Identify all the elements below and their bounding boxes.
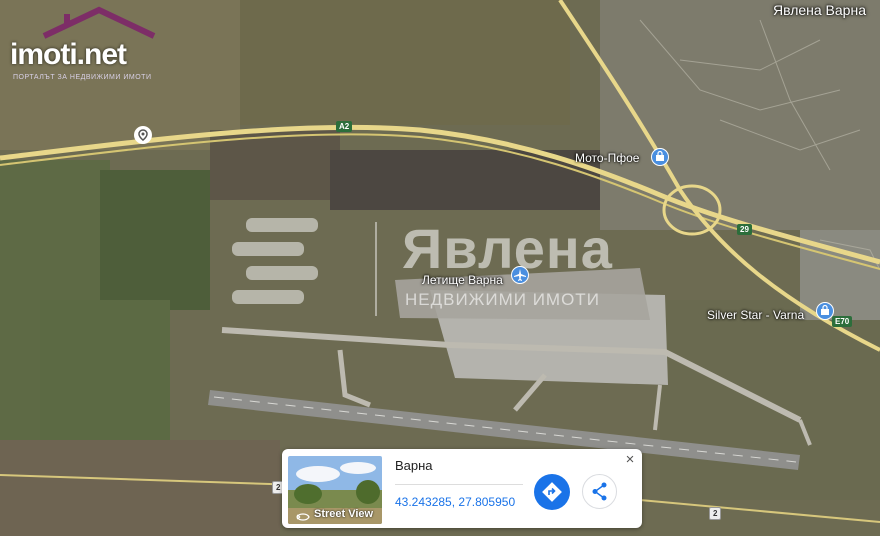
share-icon bbox=[592, 482, 607, 501]
logo-subtitle: ПОРТАЛЪТ ЗА НЕДВИЖИМИ ИМОТИ bbox=[13, 74, 152, 81]
road-shield-29: 29 bbox=[737, 224, 752, 235]
site-logo[interactable]: imoti.net ПОРТАЛЪТ ЗА НЕДВИЖИМИ ИМОТИ bbox=[4, 6, 174, 86]
directions-icon bbox=[542, 482, 562, 502]
map-view[interactable]: Явлена НЕДВИЖИМИ ИМОТИ Мото-Пфое Летище … bbox=[0, 0, 880, 536]
map-label-silver-star[interactable]: Silver Star - Varna bbox=[707, 308, 804, 322]
watermark-divider bbox=[375, 222, 377, 316]
road-shield-a2: A2 bbox=[336, 121, 353, 132]
watermark-logo-icon bbox=[232, 218, 318, 304]
shopping-bag-icon[interactable] bbox=[651, 148, 669, 166]
street-view-label: Street View bbox=[314, 508, 374, 520]
coordinates-link[interactable]: 43.243285, 27.805950 bbox=[395, 495, 515, 509]
airplane-icon[interactable] bbox=[511, 266, 529, 284]
road-shield-e70: E70 bbox=[832, 316, 853, 327]
watermark-title: Явлена bbox=[402, 217, 613, 280]
watermark-subtitle: НЕДВИЖИМИ ИМОТИ bbox=[405, 290, 600, 309]
place-name: Варна bbox=[395, 458, 433, 473]
street-view-icon bbox=[296, 509, 310, 524]
place-info-card: Street View Варна 43.243285, 27.805950 × bbox=[282, 449, 642, 528]
logo-text: imoti.net bbox=[10, 38, 127, 71]
share-button[interactable] bbox=[582, 474, 617, 509]
close-icon[interactable]: × bbox=[622, 452, 638, 468]
map-label-moto-pfoe[interactable]: Мото-Пфое bbox=[575, 151, 639, 165]
map-pin-icon[interactable] bbox=[134, 126, 152, 144]
map-label-airport[interactable]: Летище Варна bbox=[422, 273, 503, 287]
corner-watermark-label: Явлена Варна bbox=[772, 2, 866, 18]
directions-button[interactable] bbox=[534, 474, 570, 510]
card-divider bbox=[395, 484, 523, 485]
road-shield-2-right: 2 bbox=[709, 507, 722, 520]
street-view-thumbnail[interactable]: Street View bbox=[288, 456, 382, 524]
